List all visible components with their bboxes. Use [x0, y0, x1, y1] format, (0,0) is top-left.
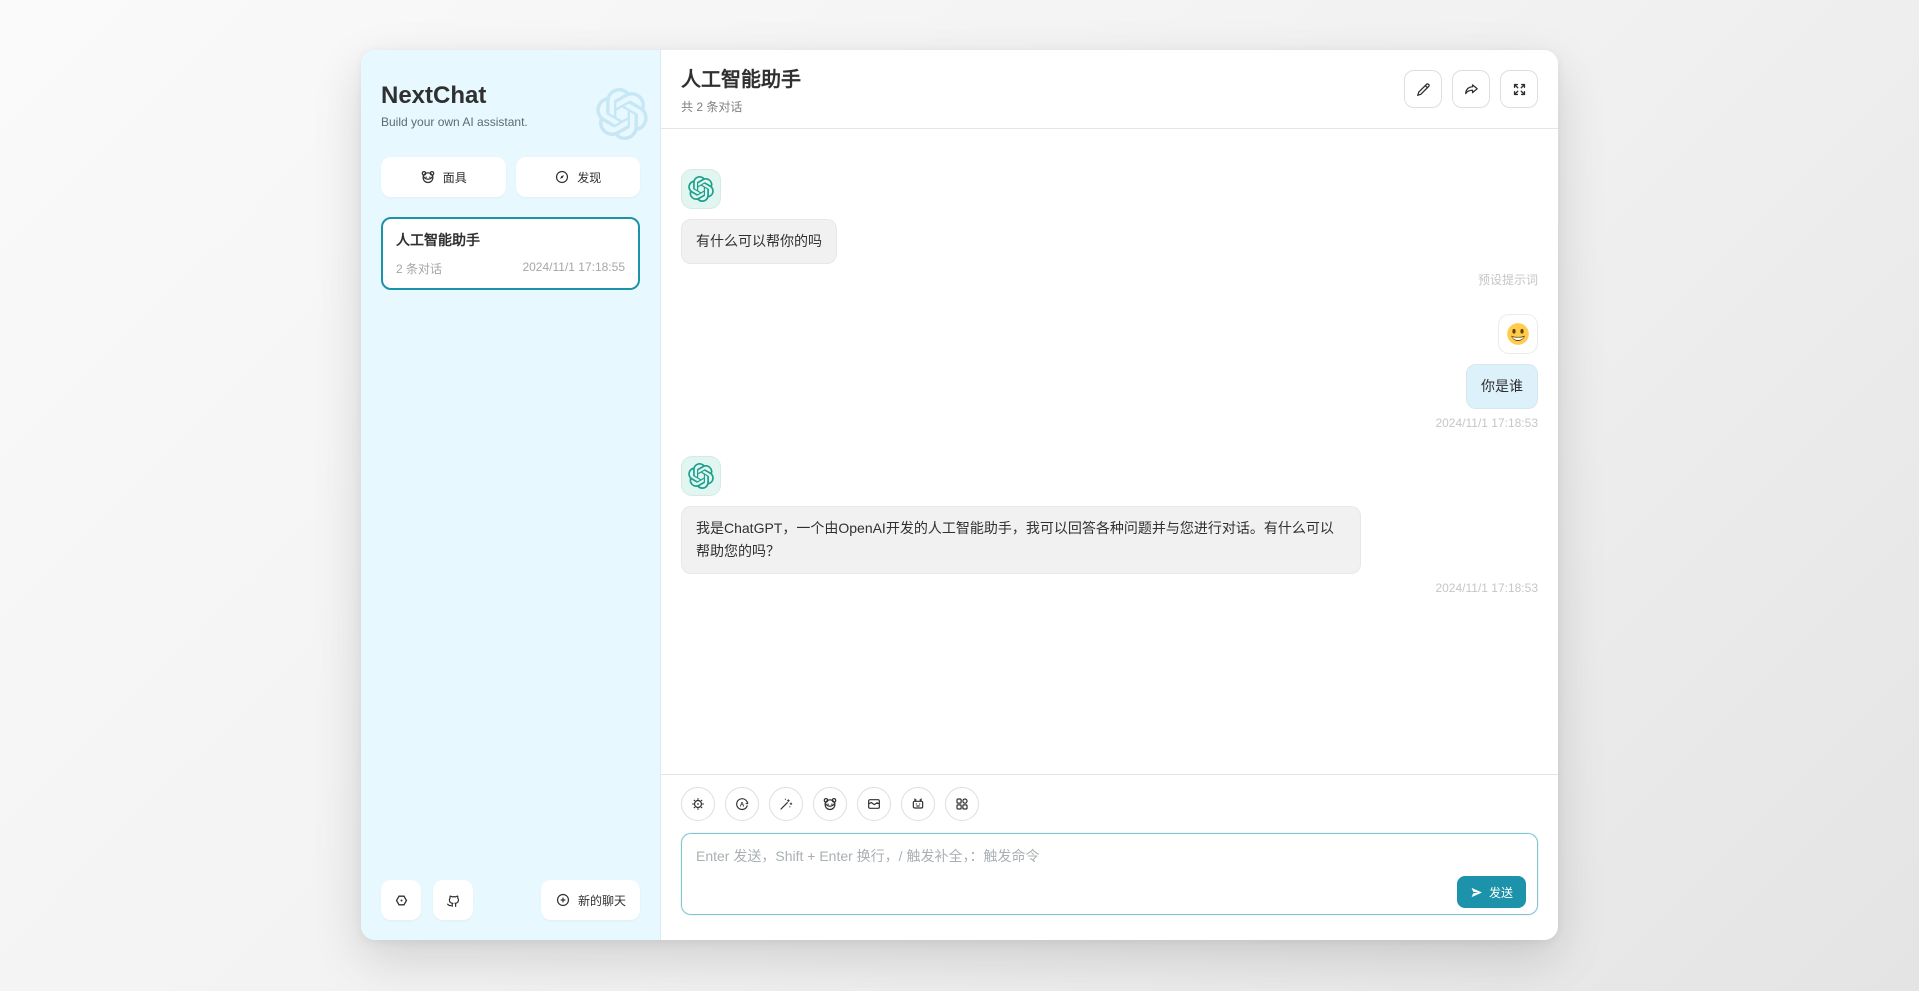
openai-watermark-icon	[596, 88, 648, 140]
new-chat-button[interactable]: 新的聊天	[541, 880, 640, 920]
new-chat-button-label: 新的聊天	[578, 892, 626, 909]
shortcut-grid-icon	[954, 796, 970, 812]
github-button[interactable]	[433, 880, 473, 920]
send-plane-icon	[1470, 886, 1483, 899]
send-button[interactable]: 发送	[1457, 876, 1526, 908]
model-settings-button[interactable]	[681, 787, 715, 821]
sidebar: NextChat Build your own AI assistant. 面具	[361, 50, 661, 940]
discover-icon	[554, 169, 570, 185]
send-button-label: 发送	[1489, 884, 1513, 901]
assistant-avatar	[681, 456, 721, 496]
smiley-emoji-icon	[1505, 321, 1531, 347]
theme-toggle-button[interactable]: A	[725, 787, 759, 821]
chat-header: 人工智能助手 共 2 条对话	[661, 50, 1558, 129]
mask-icon	[822, 796, 838, 812]
chat-item-title: 人工智能助手	[396, 230, 625, 250]
prompt-commands-button[interactable]	[769, 787, 803, 821]
pencil-icon	[1415, 81, 1432, 98]
model-select-button[interactable]	[901, 787, 935, 821]
chat-header-actions	[1404, 70, 1538, 108]
assistant-message: 我是ChatGPT，一个由OpenAI开发的人工智能助手，我可以回答各种问题并与…	[681, 456, 1538, 595]
rename-button[interactable]	[1404, 70, 1442, 108]
openai-logo-icon	[688, 176, 714, 202]
shortcut-keys-button[interactable]	[945, 787, 979, 821]
discover-button-label: 发现	[577, 169, 601, 186]
robot-icon	[910, 796, 926, 812]
share-button[interactable]	[1452, 70, 1490, 108]
chat-list-item-selected[interactable]: 人工智能助手 2 条对话 2024/11/1 17:18:55	[381, 217, 640, 290]
user-message: 你是谁 2024/11/1 17:18:53	[681, 314, 1538, 430]
plus-circle-icon	[555, 892, 571, 908]
message-timestamp: 2024/11/1 17:18:53	[1435, 416, 1538, 430]
chat-subtitle: 共 2 条对话	[681, 98, 801, 115]
mask-icon	[420, 169, 436, 185]
composer-toolbar: A	[681, 787, 1538, 821]
composer: A	[661, 774, 1558, 940]
sidebar-nav: 面具 发现	[381, 157, 640, 197]
message-bubble[interactable]: 有什么可以帮你的吗	[681, 219, 837, 264]
settings-icon	[393, 892, 410, 909]
nextchat-window: NextChat Build your own AI assistant. 面具	[361, 50, 1558, 940]
message-timestamp: 2024/11/1 17:18:53	[1435, 581, 1538, 595]
chat-header-text: 人工智能助手 共 2 条对话	[681, 63, 801, 115]
chat-item-info: 2 条对话 2024/11/1 17:18:55	[396, 260, 625, 277]
user-avatar	[1498, 314, 1538, 354]
fullscreen-icon	[1511, 81, 1528, 98]
share-arrow-icon	[1463, 81, 1480, 98]
message-bubble[interactable]: 你是谁	[1466, 364, 1538, 409]
gear-icon	[690, 796, 706, 812]
svg-text:A: A	[740, 801, 745, 808]
github-icon	[445, 892, 462, 909]
masks-button-label: 面具	[443, 169, 467, 186]
discover-button[interactable]: 发现	[516, 157, 641, 197]
chat-title: 人工智能助手	[681, 63, 801, 92]
masks-button[interactable]: 面具	[381, 157, 506, 197]
chat-panel: 人工智能助手 共 2 条对话	[661, 50, 1558, 940]
chat-input[interactable]	[681, 833, 1538, 915]
assistant-avatar	[681, 169, 721, 209]
settings-button[interactable]	[381, 880, 421, 920]
assistant-message: 有什么可以帮你的吗 预设提示词	[681, 169, 1538, 288]
openai-logo-icon	[688, 463, 714, 489]
composer-input-area: 发送	[681, 833, 1538, 920]
fullscreen-button[interactable]	[1500, 70, 1538, 108]
message-meta: 预设提示词	[1478, 271, 1538, 288]
auto-theme-icon: A	[734, 796, 750, 812]
clear-context-icon	[866, 796, 882, 812]
message-list[interactable]: 有什么可以帮你的吗 预设提示词 你是谁	[661, 129, 1558, 774]
chat-item-count: 2 条对话	[396, 260, 442, 277]
clear-context-button[interactable]	[857, 787, 891, 821]
sidebar-footer: 新的聊天	[381, 880, 640, 920]
message-bubble[interactable]: 我是ChatGPT，一个由OpenAI开发的人工智能助手，我可以回答各种问题并与…	[681, 506, 1361, 574]
chat-item-time: 2024/11/1 17:18:55	[522, 260, 625, 277]
masks-toolbar-button[interactable]	[813, 787, 847, 821]
magic-wand-icon	[778, 796, 794, 812]
